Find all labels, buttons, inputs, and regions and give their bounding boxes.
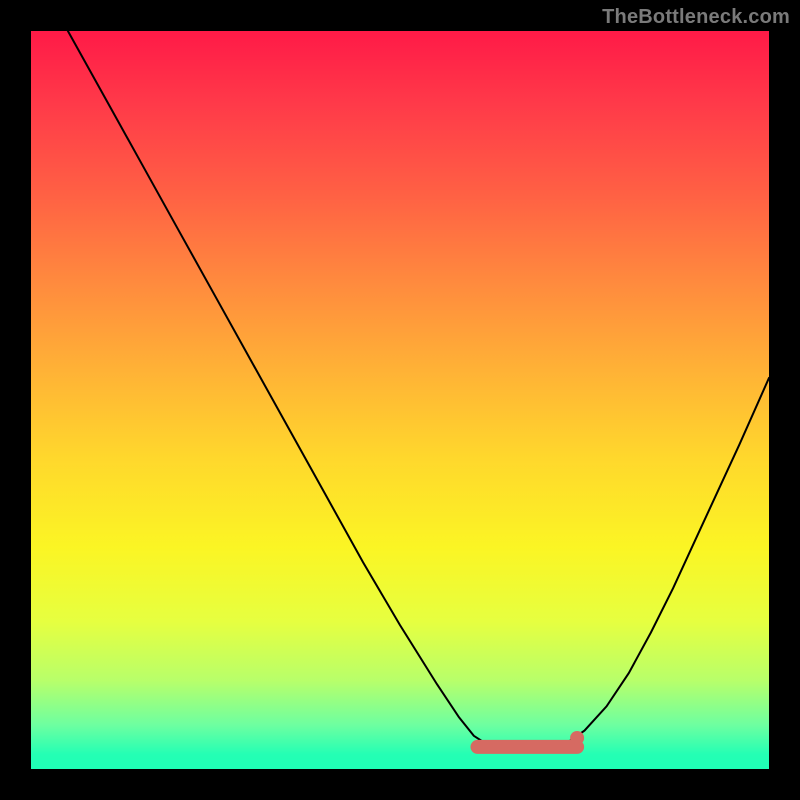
chart-svg [31,31,769,769]
watermark-text: TheBottleneck.com [602,6,790,29]
bottleneck-curve [68,31,769,747]
plot-area [31,31,769,769]
optimal-end-dot [570,731,584,745]
chart-container: TheBottleneck.com [0,0,800,800]
optimal-range-bar [471,740,585,754]
